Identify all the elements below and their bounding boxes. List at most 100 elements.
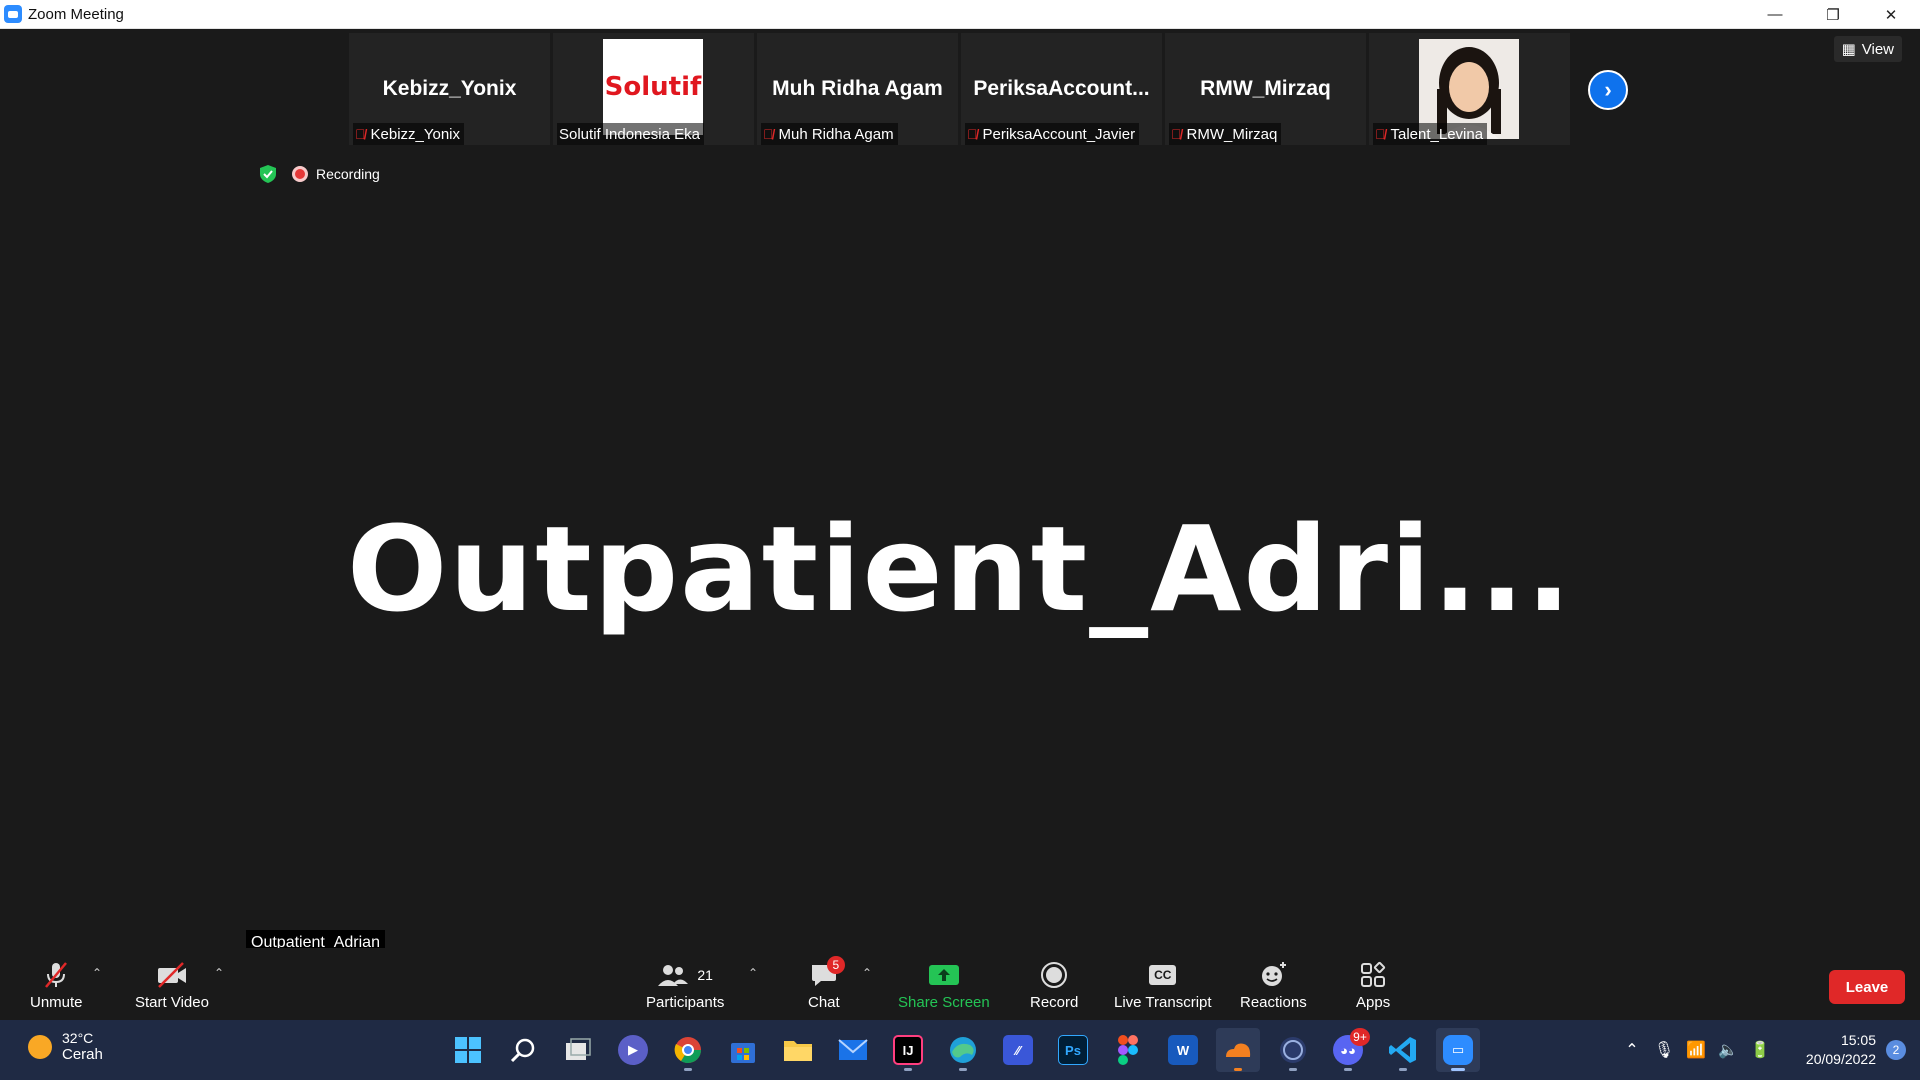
participants-button[interactable]: 21 Participants: [646, 960, 724, 1011]
smiley-plus-icon: [1262, 962, 1287, 986]
share-screen-icon: [928, 965, 959, 985]
video-options-caret-icon[interactable]: ⌃: [214, 966, 224, 980]
chevron-up-icon[interactable]: ⌃: [1616, 1040, 1648, 1060]
search-icon[interactable]: [501, 1028, 545, 1072]
muted-mic-icon: 🎙̸: [1171, 126, 1182, 142]
participants-icon: [658, 965, 689, 986]
participant-label: 🎙̸ RMW_Mirzaq: [1169, 123, 1282, 145]
microsoft-store-icon[interactable]: [721, 1028, 765, 1072]
speaker-icon[interactable]: 🔈: [1712, 1040, 1744, 1060]
grid-icon: ▦: [1841, 41, 1856, 58]
notification-count-badge[interactable]: 2: [1886, 1040, 1906, 1060]
sun-icon: [28, 1034, 52, 1059]
wifi-icon[interactable]: 📶: [1680, 1040, 1712, 1060]
participant-label: 🎙̸ PeriksaAccount_Javier: [965, 123, 1140, 145]
windows-start-icon[interactable]: [446, 1028, 490, 1072]
meeting-stage: Kebizz_Yonix 🎙̸ Kebizz_Yonix Solutif Sol…: [0, 30, 1920, 948]
close-button[interactable]: ✕: [1862, 0, 1920, 29]
participant-tile[interactable]: 🎙̸ Talent_Levina: [1369, 33, 1570, 145]
window-title: Zoom Meeting: [28, 5, 124, 23]
start-video-button[interactable]: Start Video: [135, 960, 209, 1011]
participant-label: Solutif Indonesia Eka: [557, 123, 704, 145]
participant-label: 🎙̸ Talent_Levina: [1373, 123, 1488, 145]
record-button[interactable]: Record: [1030, 960, 1078, 1011]
view-button-label: View: [1861, 40, 1894, 58]
participant-display-name: RMW_Mirzaq: [1200, 77, 1331, 100]
participant-label-text: Talent_Levina: [1390, 125, 1484, 143]
photoshop-icon[interactable]: Ps: [1051, 1028, 1095, 1072]
discord-icon[interactable]: ◕◕ 9+: [1326, 1028, 1370, 1072]
intellij-icon[interactable]: IJ: [886, 1028, 930, 1072]
zoom-taskbar-icon[interactable]: ▭: [1436, 1028, 1480, 1072]
participant-display-name: Kebizz_Yonix: [382, 77, 517, 100]
minimize-button[interactable]: —: [1746, 0, 1804, 29]
windows-taskbar: 32°C Cerah ▶ IJ ∕∕ Ps W ◕◕ 9+ ▭ ⌃ 🎙 📶 🔈 …: [0, 1020, 1920, 1080]
apps-icon: [1361, 961, 1386, 987]
task-view-icon[interactable]: [556, 1028, 600, 1072]
next-page-arrow-icon[interactable]: ›: [1588, 70, 1628, 110]
reactions-button[interactable]: Reactions: [1240, 960, 1307, 1011]
apps-button[interactable]: Apps: [1356, 960, 1390, 1011]
participant-strip: Kebizz_Yonix 🎙̸ Kebizz_Yonix Solutif Sol…: [349, 33, 1570, 145]
vscode-icon[interactable]: [1381, 1028, 1425, 1072]
edge-icon[interactable]: [941, 1028, 985, 1072]
muted-mic-icon: 🎙̸: [1375, 126, 1386, 142]
security-shield-icon[interactable]: [258, 164, 278, 184]
participant-tile[interactable]: Kebizz_Yonix 🎙̸ Kebizz_Yonix: [349, 33, 550, 145]
participant-tile[interactable]: RMW_Mirzaq 🎙̸ RMW_Mirzaq: [1165, 33, 1366, 145]
share-screen-button[interactable]: Share Screen: [898, 960, 990, 1011]
file-explorer-icon[interactable]: [776, 1028, 820, 1072]
participant-label-text: Solutif Indonesia Eka: [559, 125, 700, 143]
obs-icon[interactable]: [1271, 1028, 1315, 1072]
audio-options-caret-icon[interactable]: ⌃: [92, 966, 102, 980]
leave-button[interactable]: Leave: [1829, 970, 1905, 1004]
cloudflare-warp-icon[interactable]: [1216, 1028, 1260, 1072]
participant-tile[interactable]: Muh Ridha Agam 🎙̸ Muh Ridha Agam: [757, 33, 958, 145]
muted-mic-icon: 🎙̸: [967, 126, 978, 142]
mail-icon[interactable]: [831, 1028, 875, 1072]
participant-display-name: PeriksaAccount...: [973, 77, 1150, 100]
participants-caret-icon[interactable]: ⌃: [748, 966, 758, 980]
recording-dot-icon: [292, 166, 308, 182]
chrome-beta-icon[interactable]: [666, 1028, 710, 1072]
muted-microphone-icon: [41, 960, 71, 990]
participant-label-text: PeriksaAccount_Javier: [982, 125, 1136, 143]
video-off-icon: [155, 960, 189, 990]
participant-tile[interactable]: Solutif Solutif Indonesia Eka: [553, 33, 754, 145]
participant-label-text: RMW_Mirzaq: [1186, 125, 1278, 143]
taskbar-apps: ▶ IJ ∕∕ Ps W ◕◕ 9+ ▭: [446, 1028, 1480, 1072]
view-button[interactable]: ▦ View: [1833, 36, 1902, 62]
chat-button[interactable]: 5 Chat: [808, 956, 845, 1011]
weather-condition: Cerah: [62, 1046, 103, 1063]
restore-button[interactable]: ❐: [1804, 0, 1862, 29]
start-video-label: Start Video: [135, 994, 209, 1011]
muted-mic-icon: 🎙̸: [763, 126, 774, 142]
chat-caret-icon[interactable]: ⌃: [862, 966, 872, 980]
meeting-toolbar: Unmute ⌃ Start Video ⌃ 21 Participants ⌃: [0, 948, 1920, 1020]
window-controls: — ❐ ✕: [1746, 0, 1920, 29]
muted-mic-icon: 🎙̸: [355, 126, 366, 142]
unmute-label: Unmute: [30, 994, 83, 1011]
weather-temperature: 32°C: [62, 1030, 94, 1046]
logo-text: Solutif: [604, 72, 702, 102]
word-icon[interactable]: W: [1161, 1028, 1205, 1072]
participant-tile[interactable]: PeriksaAccount... 🎙̸ PeriksaAccount_Javi…: [961, 33, 1162, 145]
zoom-app-icon: [4, 5, 22, 23]
system-tray: ⌃ 🎙 📶 🔈 🔋 15:05 20/09/2022 2: [1616, 1020, 1920, 1080]
clock-time: 15:05: [1840, 1032, 1876, 1048]
discord-badge: 9+: [1350, 1028, 1370, 1046]
clock[interactable]: 15:05 20/09/2022: [1776, 1031, 1876, 1069]
window-titlebar: Zoom Meeting — ❐ ✕: [0, 0, 1920, 29]
visual-studio-icon[interactable]: ∕∕: [996, 1028, 1040, 1072]
live-transcript-button[interactable]: CC Live Transcript: [1114, 960, 1212, 1011]
microphone-icon[interactable]: 🎙: [1648, 1040, 1680, 1060]
weather-widget[interactable]: 32°C Cerah: [28, 1030, 103, 1063]
teams-chat-icon[interactable]: ▶: [611, 1028, 655, 1072]
battery-icon[interactable]: 🔋: [1744, 1040, 1776, 1060]
record-icon: [1041, 962, 1068, 988]
chat-label: Chat: [808, 994, 840, 1011]
participant-label: 🎙̸ Kebizz_Yonix: [353, 123, 465, 145]
apps-label: Apps: [1356, 994, 1391, 1011]
unmute-button[interactable]: Unmute: [30, 960, 83, 1011]
figma-icon[interactable]: [1106, 1028, 1150, 1072]
